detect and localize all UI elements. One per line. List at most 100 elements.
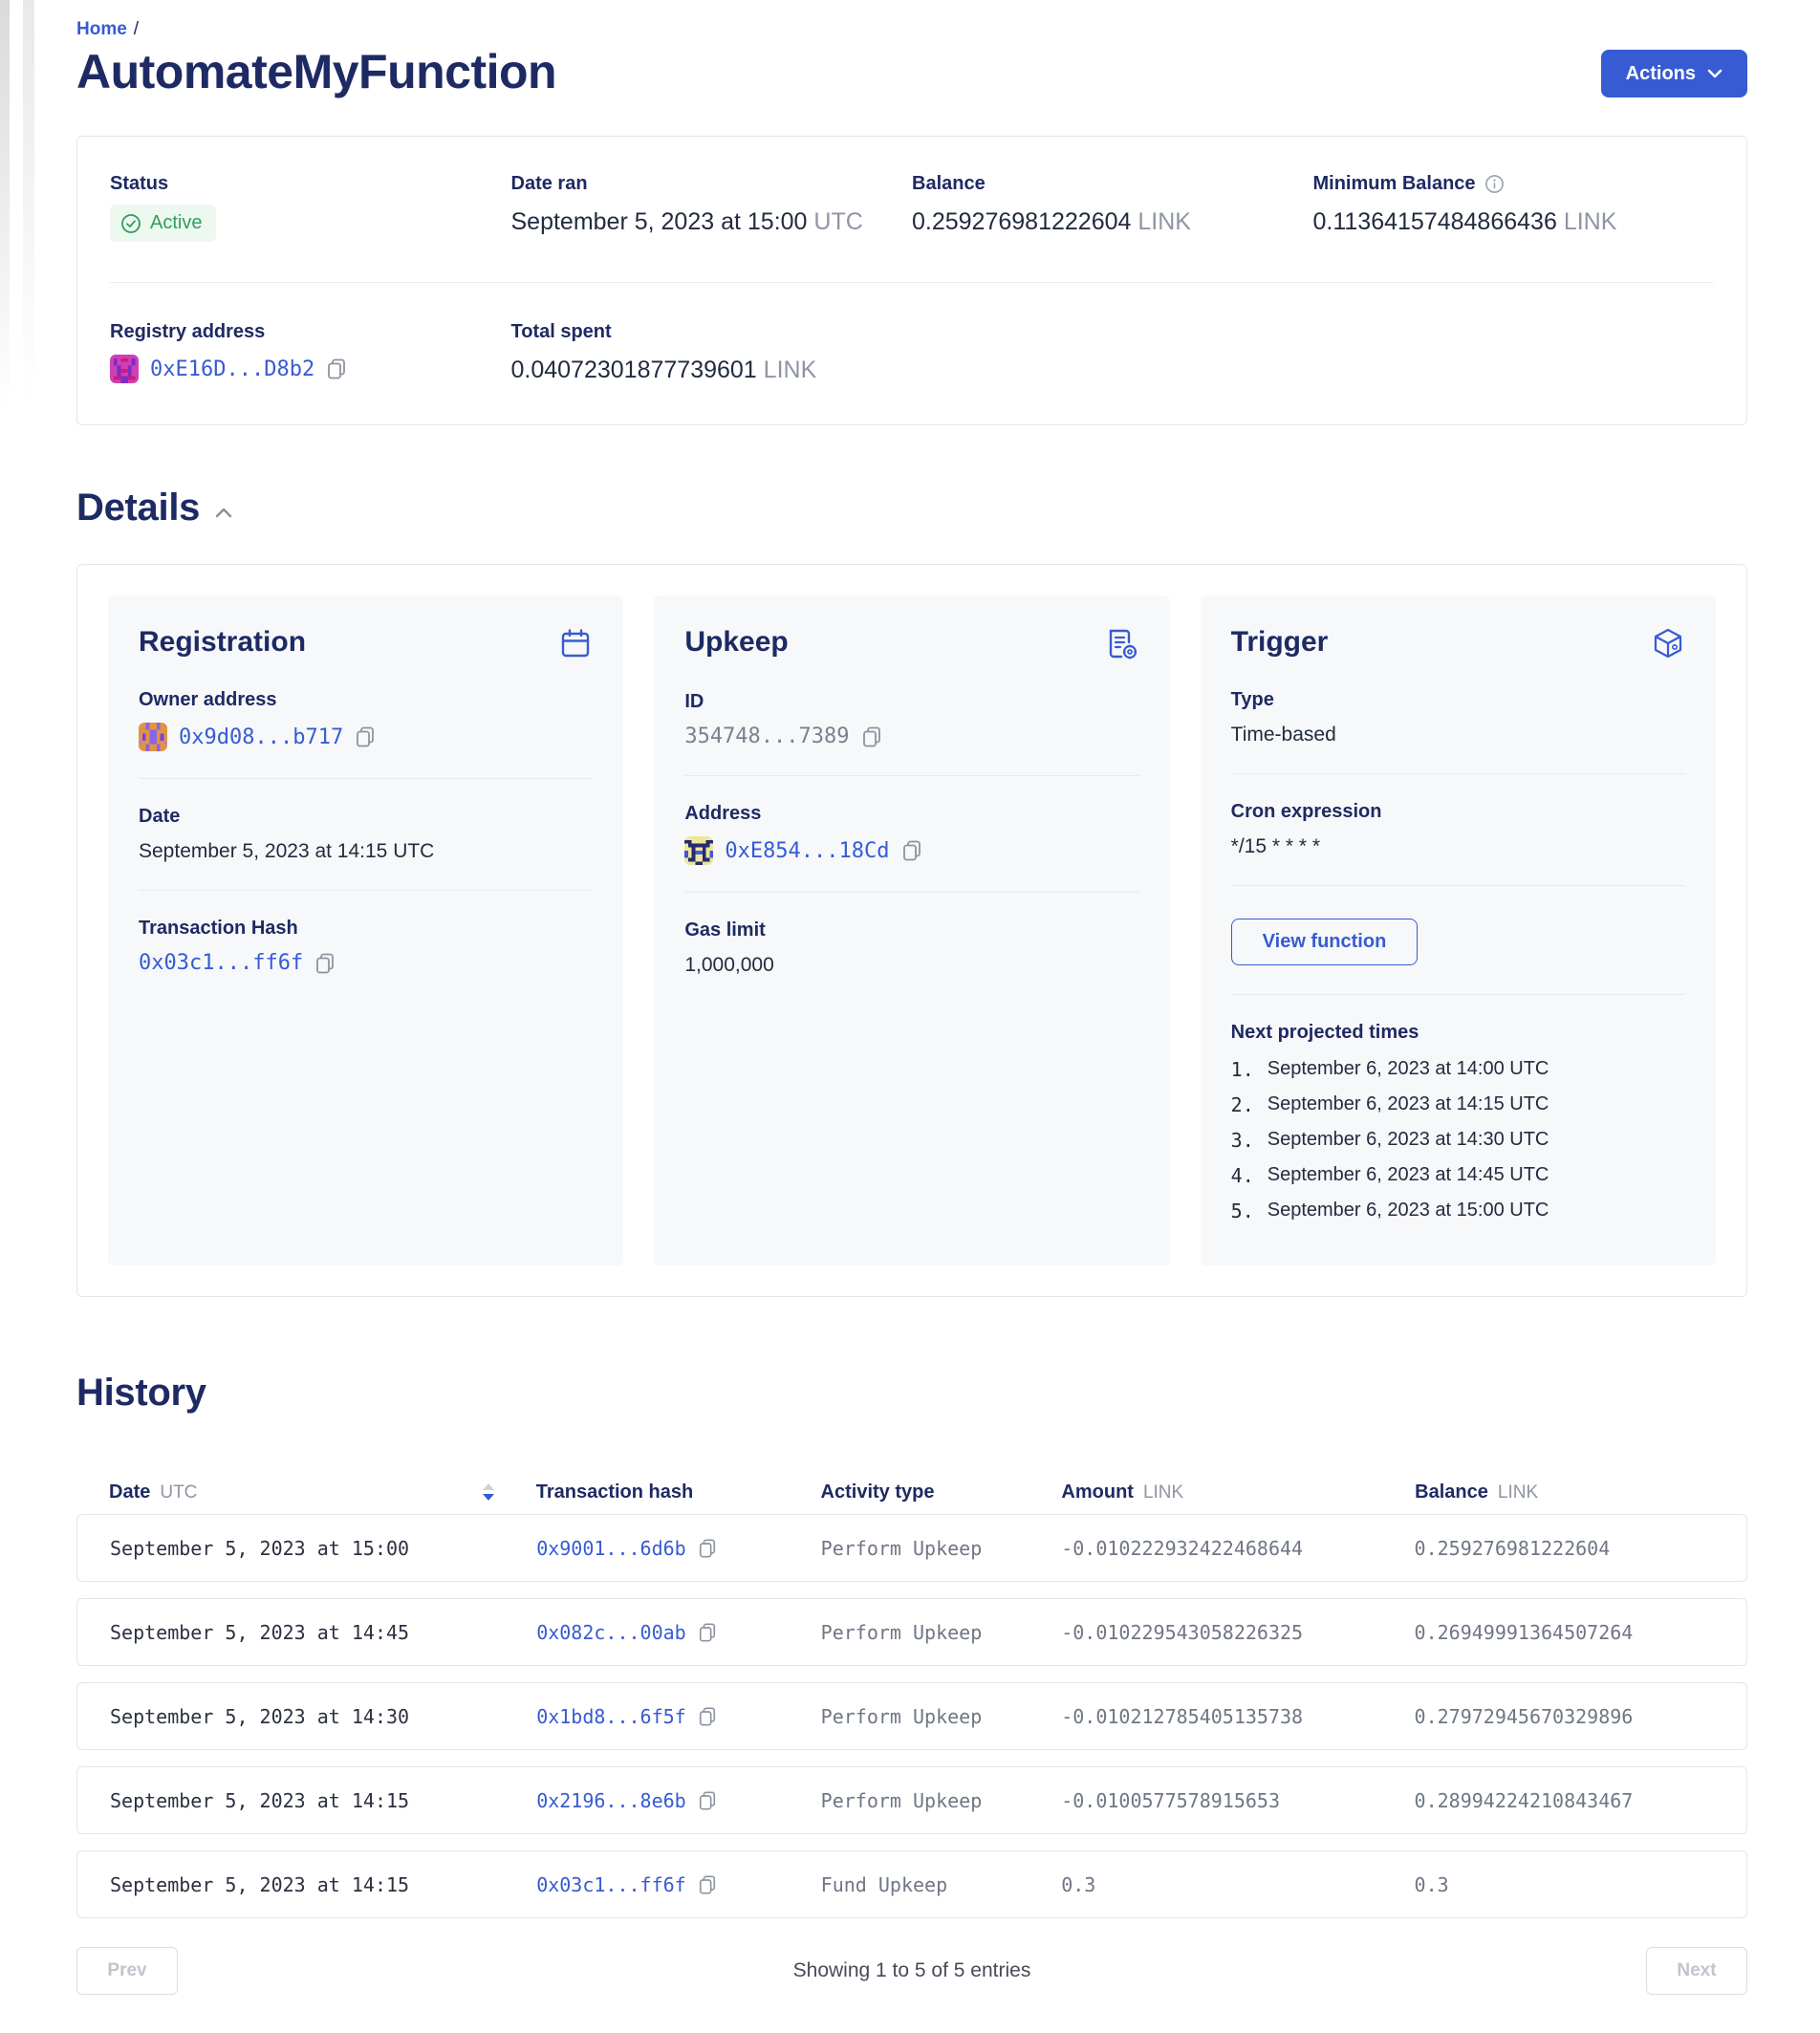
row-amount: -0.010212785405135738 — [1061, 1705, 1414, 1728]
copy-tx-hash-button[interactable] — [698, 1706, 717, 1727]
table-row: September 5, 2023 at 14:30 0x1bd8...6f5f… — [76, 1682, 1747, 1750]
summary-divider — [110, 282, 1714, 283]
pagination-status: Showing 1 to 5 of 5 entries — [793, 1959, 1031, 1982]
copy-owner-address-button[interactable] — [355, 725, 376, 748]
upkeep-identicon — [684, 836, 713, 865]
prev-button[interactable]: Prev — [76, 1947, 178, 1995]
copy-icon — [698, 1538, 717, 1559]
chevron-down-icon — [1707, 69, 1722, 78]
document-gear-icon — [1103, 626, 1139, 662]
divider — [1231, 994, 1685, 995]
trigger-type-field: Type Time-based — [1231, 689, 1685, 746]
summary-card: Status Active Date ran September 5, 2023… — [76, 136, 1747, 425]
sort-arrows-icon[interactable] — [483, 1483, 494, 1501]
tx-hash-link[interactable]: 0x082c...00ab — [536, 1621, 686, 1644]
min-balance-label-text: Minimum Balance — [1313, 173, 1476, 195]
row-activity: Perform Upkeep — [821, 1537, 1062, 1560]
col-amount-unit: LINK — [1143, 1482, 1183, 1503]
col-header-balance: BalanceLINK — [1415, 1481, 1715, 1503]
info-icon[interactable] — [1484, 174, 1505, 194]
upkeep-id-row: 354748...7389 — [684, 725, 1138, 748]
check-circle-icon — [120, 213, 141, 234]
copy-upkeep-id-button[interactable] — [861, 725, 882, 748]
upkeep-address-label: Address — [684, 803, 1138, 825]
row-date: September 5, 2023 at 14:30 — [110, 1705, 536, 1728]
registration-title: Registration — [139, 626, 306, 659]
total-spent-field: Total spent 0.04072301877739601 LINK — [511, 321, 913, 384]
date-ran-text: September 5, 2023 at 15:00 — [511, 208, 808, 235]
row-activity: Perform Upkeep — [821, 1789, 1062, 1812]
registry-label: Registry address — [110, 321, 511, 343]
tx-hash-link[interactable]: 0x2196...8e6b — [536, 1789, 686, 1812]
col-balance-label: Balance — [1415, 1481, 1488, 1503]
total-spent-text: 0.04072301877739601 — [511, 357, 757, 383]
status-label: Status — [110, 173, 511, 195]
copy-registry-address-button[interactable] — [326, 357, 347, 380]
projected-time-num: 5. — [1231, 1200, 1254, 1222]
page-title: AutomateMyFunction — [76, 44, 556, 99]
cron-value: */15 * * * * — [1231, 835, 1685, 858]
details-heading: Details — [76, 487, 200, 530]
actions-button[interactable]: Actions — [1601, 50, 1747, 97]
upkeep-address-link[interactable]: 0xE854...18Cd — [725, 839, 889, 863]
registration-tx-link[interactable]: 0x03c1...ff6f — [139, 951, 303, 975]
copy-upkeep-address-button[interactable] — [901, 839, 922, 862]
projected-times-field: Next projected times 1.September 6, 2023… — [1231, 1022, 1685, 1222]
row-activity: Perform Upkeep — [821, 1621, 1062, 1644]
balance-label: Balance — [912, 173, 1313, 195]
projected-time-item: 3.September 6, 2023 at 14:30 UTC — [1231, 1129, 1685, 1152]
breadcrumb-home-link[interactable]: Home — [76, 19, 127, 39]
row-date: September 5, 2023 at 14:15 — [110, 1789, 536, 1812]
owner-address-label: Owner address — [139, 689, 593, 711]
copy-icon — [861, 725, 882, 748]
col-date-unit: UTC — [160, 1482, 197, 1503]
upkeep-head: Upkeep — [684, 626, 1138, 662]
total-spent-unit: LINK — [764, 357, 817, 383]
cube-icon — [1651, 626, 1685, 660]
copy-icon — [326, 357, 347, 380]
balance-text: 0.259276981222604 — [912, 208, 1131, 235]
owner-address-link[interactable]: 0x9d08...b717 — [179, 725, 343, 749]
min-balance-field: Minimum Balance 0.11364157484866436 LINK — [1313, 173, 1715, 242]
copy-registration-tx-button[interactable] — [314, 952, 336, 975]
status-field: Status Active — [110, 173, 511, 242]
row-date: September 5, 2023 at 14:15 — [110, 1873, 536, 1896]
col-header-date: Date UTC — [109, 1481, 536, 1503]
col-header-tx: Transaction hash — [536, 1481, 821, 1503]
col-header-amount: AmountLINK — [1061, 1481, 1415, 1503]
upkeep-address-row: 0xE854...18Cd — [684, 836, 1138, 865]
copy-tx-hash-button[interactable] — [698, 1538, 717, 1559]
registry-address-row: 0xE16D...D8b2 — [110, 355, 511, 383]
upkeep-id-field: ID 354748...7389 — [684, 691, 1138, 748]
tx-hash-link[interactable]: 0x9001...6d6b — [536, 1537, 686, 1560]
details-grid: Registration Owner address 0x9d08...b717 — [108, 595, 1716, 1265]
row-amount: -0.0100577578915653 — [1061, 1789, 1414, 1812]
trigger-type-label: Type — [1231, 689, 1685, 711]
date-ran-field: Date ran September 5, 2023 at 15:00 UTC — [511, 173, 913, 242]
registry-field: Registry address 0xE16D...D8b2 — [110, 321, 511, 384]
registry-address-link[interactable]: 0xE16D...D8b2 — [150, 357, 314, 381]
row-amount: -0.010222932422468644 — [1061, 1537, 1414, 1560]
min-balance-text: 0.11364157484866436 — [1313, 208, 1557, 235]
min-balance-unit: LINK — [1564, 208, 1617, 235]
breadcrumb: Home/ — [76, 19, 1747, 40]
row-balance: 0.26949991364507264 — [1415, 1621, 1714, 1644]
copy-tx-hash-button[interactable] — [698, 1790, 717, 1811]
calendar-icon — [558, 626, 593, 660]
row-tx: 0x9001...6d6b — [536, 1537, 820, 1560]
projected-time-item: 4.September 6, 2023 at 14:45 UTC — [1231, 1164, 1685, 1187]
chevron-up-icon[interactable] — [215, 508, 232, 518]
date-ran-value: September 5, 2023 at 15:00 UTC — [511, 208, 913, 236]
tx-hash-link[interactable]: 0x03c1...ff6f — [536, 1873, 686, 1896]
total-spent-value: 0.04072301877739601 LINK — [511, 357, 913, 384]
history-table-body: September 5, 2023 at 15:00 0x9001...6d6b… — [76, 1514, 1747, 1918]
tx-hash-link[interactable]: 0x1bd8...6f5f — [536, 1705, 686, 1728]
status-badge: Active — [110, 205, 216, 242]
next-button[interactable]: Next — [1646, 1947, 1747, 1995]
col-tx-label: Transaction hash — [536, 1481, 694, 1503]
row-tx: 0x2196...8e6b — [536, 1789, 820, 1812]
copy-icon — [314, 952, 336, 975]
view-function-button[interactable]: View function — [1231, 919, 1419, 965]
projected-time-item: 5.September 6, 2023 at 15:00 UTC — [1231, 1200, 1685, 1222]
copy-tx-hash-button[interactable] — [698, 1622, 717, 1643]
